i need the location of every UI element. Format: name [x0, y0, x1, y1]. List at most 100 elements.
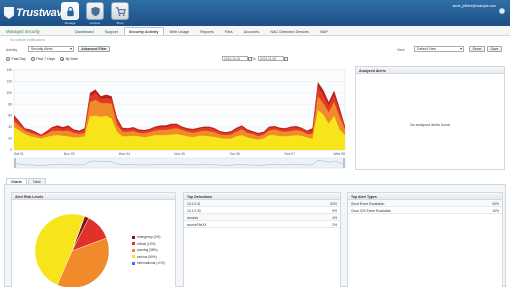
legend-label: serious (50%)	[137, 254, 157, 259]
item-value: 90%	[492, 201, 499, 206]
item-value: 9%	[332, 208, 337, 213]
tab-nap[interactable]: NAP	[315, 27, 333, 35]
tab-dashboard[interactable]: Dashboard	[70, 27, 99, 35]
chevron-down-icon	[460, 48, 462, 50]
list-item[interactable]: records 4%	[184, 214, 340, 221]
panel-title: Alert Risk Levels	[12, 193, 175, 200]
activity-select-value: Security Alerts	[31, 47, 53, 51]
item-name: 10.1.0.41	[187, 201, 201, 206]
risk-pie-chart[interactable]	[32, 211, 112, 287]
panel-title: Analyzed Alerts	[356, 67, 504, 74]
y-tick-label: 120	[6, 79, 12, 83]
risk-levels-panel: Alert Risk Levels emergency (2%) critical…	[11, 192, 176, 287]
view-label: View	[397, 48, 405, 52]
panel-title: Top Alert Types	[348, 193, 502, 200]
legend-swatch	[132, 261, 135, 265]
range-past-7-days[interactable]: Past 7 Days	[30, 57, 56, 61]
app-analyze-label: Analyze	[89, 21, 101, 25]
nav-bar: Managed Security Dashboard Support Securit…	[0, 26, 510, 36]
item-name: sourceFileXX	[187, 222, 207, 227]
y-tick-label: 20	[8, 137, 12, 141]
list-item[interactable]: 10.1.0.41 82%	[184, 200, 340, 207]
calendar-icon[interactable]	[284, 57, 288, 61]
tab-reports[interactable]: Reports	[195, 27, 218, 35]
app-analyze-button[interactable]	[86, 2, 104, 20]
radio-icon	[30, 57, 35, 61]
lock-icon	[66, 6, 74, 16]
activity-area-chart[interactable]: 0 20 40 60 80 100 120 140 Sat 01 Nov 03 Mon 04 Nov …	[0, 64, 350, 172]
tab-security-activity[interactable]: Security Activity	[123, 27, 164, 35]
x-tick-label: Tue 06	[229, 152, 240, 156]
legend-item: emergency (2%)	[132, 235, 165, 239]
range-label: By Date	[65, 57, 79, 61]
range-by-date[interactable]: By Date	[60, 57, 78, 61]
legend-item: serious (50%)	[132, 255, 165, 259]
range-options: Past Day Past 7 Days By Date	[6, 57, 83, 61]
tab-accounts[interactable]: Accounts	[239, 27, 265, 35]
pie-legend: emergency (2%) critical (12%) warning (38%…	[132, 235, 165, 268]
activity-select[interactable]: Security Alerts	[28, 46, 74, 52]
item-name: records	[187, 215, 198, 220]
y-tick-label: 40	[8, 125, 12, 129]
list-item[interactable]: Short Event Escalation 90%	[348, 200, 502, 207]
tab-support[interactable]: Support	[100, 27, 123, 35]
empty-message: No analyzed alerts found	[410, 123, 450, 127]
app-shop-label: Shop	[116, 21, 124, 25]
detections-list: 10.1.0.41 82% 10.1.0.33 9% records 4% sourceFi…	[184, 200, 340, 228]
x-tick-label: Sat 01	[14, 152, 24, 156]
legend-item: warning (38%)	[132, 248, 165, 252]
x-tick-label: Mon 04	[119, 152, 130, 156]
analyzed-alerts-panel: Analyzed Alerts No analyzed alerts found	[355, 66, 505, 170]
top-detections-panel: Top Detections 10.1.0.41 82% 10.1.0.33 9% re…	[183, 192, 341, 287]
navigator-handle-right[interactable]	[343, 158, 345, 168]
save-button[interactable]: Save	[487, 46, 502, 52]
y-tick-label: 140	[6, 68, 12, 72]
to-date-input[interactable]: 2013-11-05	[258, 56, 284, 61]
item-value: 10%	[492, 208, 499, 213]
item-name: Cisco IDS Event Escalation	[351, 208, 392, 213]
legend-item: critical (12%)	[132, 242, 165, 246]
user-email[interactable]: steve_jeffries@example.com	[452, 4, 496, 8]
trustwave-logo[interactable]: Trustwave	[4, 6, 69, 20]
activity-label: Activity	[6, 48, 18, 52]
tab-web-usage[interactable]: Web Usage	[165, 27, 195, 35]
x-tick-label: Nov 07	[284, 152, 295, 156]
gear-icon[interactable]	[499, 8, 505, 14]
legend-swatch	[132, 248, 135, 252]
app-shop-button[interactable]	[111, 2, 129, 20]
legend-swatch	[132, 242, 135, 245]
y-tick-label: 80	[8, 102, 12, 106]
range-navigator	[13, 157, 346, 169]
reset-button[interactable]: Reset	[469, 46, 485, 52]
alert-types-list: Short Event Escalation 90% Cisco IDS Event…	[348, 200, 502, 214]
advanced-filter-button[interactable]: Advanced Filter	[78, 46, 110, 52]
tab-nac-detected-devices[interactable]: NAC Detected Devices	[265, 27, 314, 35]
list-item[interactable]: 10.1.0.33 9%	[184, 207, 340, 214]
top-alert-types-panel: Top Alert Types Short Event Escalation 90…	[347, 192, 503, 287]
legend-swatch	[132, 235, 135, 239]
range-label: Past 7 Days	[36, 57, 56, 61]
navigator-handle-left[interactable]	[14, 158, 16, 168]
x-tick-label: Nov 05	[174, 152, 185, 156]
range-past-day[interactable]: Past Day	[6, 57, 26, 61]
view-select[interactable]: Default View	[414, 46, 464, 52]
panel-title: Top Detections	[184, 193, 340, 200]
view-select-value: Default View	[417, 47, 436, 51]
list-item[interactable]: sourceFileXX 2%	[184, 221, 340, 228]
list-item[interactable]: Cisco IDS Event Escalation 10%	[348, 207, 502, 214]
legend-label: emergency (2%)	[137, 235, 161, 239]
app-title: Managed Security	[6, 29, 40, 34]
range-label: Past Day	[11, 57, 26, 61]
app-manage-button[interactable]	[61, 2, 79, 20]
radio-icon	[60, 57, 65, 61]
x-tick-label: Nov 03	[64, 152, 75, 156]
main-tabs: Dashboard Support Security Activity Web Usa…	[70, 27, 334, 35]
from-date-input[interactable]: 2013-10-31	[222, 56, 248, 61]
tab-files[interactable]: Files	[220, 27, 238, 35]
legend-label: informational (<1%)	[137, 261, 165, 265]
item-value: 2%	[332, 222, 337, 227]
app-manage-label: Manage	[64, 21, 76, 25]
item-value: 4%	[332, 215, 337, 220]
shield-icon	[90, 6, 100, 16]
legend-label: warning (38%)	[137, 248, 158, 252]
